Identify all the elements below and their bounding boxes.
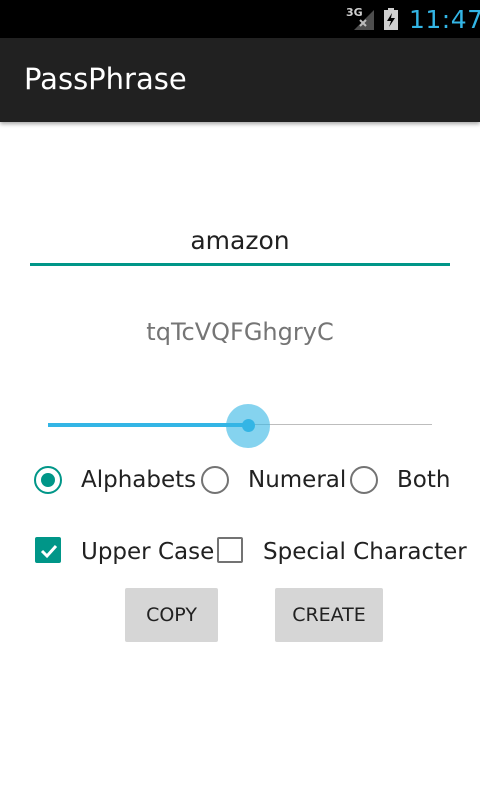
radio-label-numeral[interactable]: Numeral [248, 467, 346, 493]
radio-label-alphabets[interactable]: Alphabets [81, 467, 196, 493]
radio-both[interactable] [350, 466, 378, 494]
status-clock: 11:47 [409, 5, 480, 34]
slider-thumb[interactable] [241, 419, 255, 432]
site-name-input[interactable] [30, 218, 450, 266]
radio-alphabets[interactable] [34, 466, 62, 494]
special-character-label[interactable]: Special Character [263, 539, 467, 565]
generated-password: tqTcVQFGhgryC [146, 318, 334, 346]
options-group: Upper Case Special Character [0, 534, 480, 570]
signal-icon [354, 10, 374, 30]
status-bar: 3G 11:47 [0, 0, 480, 38]
check-icon [40, 544, 58, 559]
special-character-checkbox[interactable] [217, 537, 243, 563]
radio-selected-dot [41, 473, 55, 487]
upper-case-label[interactable]: Upper Case [81, 539, 214, 565]
radio-label-both[interactable]: Both [397, 467, 450, 493]
slider-fill [48, 423, 248, 427]
create-button[interactable]: CREATE [275, 588, 383, 642]
character-type-group: Alphabets Numeral Both [0, 462, 480, 498]
action-bar: PassPhrase [0, 38, 480, 122]
app-title: PassPhrase [24, 62, 187, 96]
radio-numeral[interactable] [201, 466, 229, 494]
length-slider[interactable] [48, 404, 432, 448]
copy-button[interactable]: COPY [125, 588, 218, 642]
upper-case-checkbox[interactable] [35, 537, 61, 563]
battery-charging-icon [384, 8, 398, 30]
